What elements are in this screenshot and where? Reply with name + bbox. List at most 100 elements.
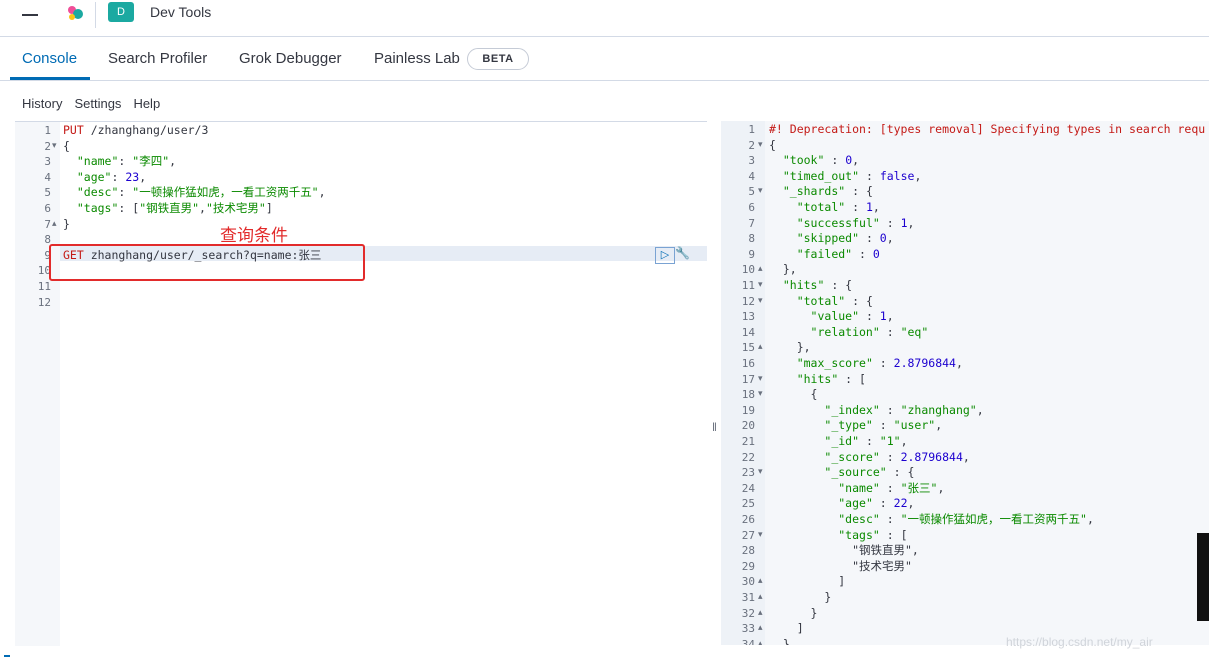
output-line: #! Deprecation: [types removal] Specifyi… xyxy=(769,122,1206,136)
output-line: "value" : 1, xyxy=(810,309,894,324)
top-bar: D Dev Tools xyxy=(0,0,1209,37)
line-number: 2 xyxy=(748,138,755,152)
elastic-logo-icon[interactable] xyxy=(66,4,84,22)
output-line: "tags" : [ xyxy=(838,527,908,542)
history-link[interactable]: History xyxy=(22,96,62,111)
line-number: 5 xyxy=(748,185,755,199)
line-number: 33 xyxy=(741,622,755,636)
fold-toggle-icon[interactable]: ▾ xyxy=(758,185,763,196)
fold-toggle-icon[interactable]: ▾ xyxy=(758,373,763,384)
settings-link[interactable]: Settings xyxy=(74,96,121,111)
line-number: 3 xyxy=(44,155,51,169)
status-indicator xyxy=(4,655,10,657)
line-number: 31 xyxy=(741,591,755,604)
output-line: "技术宅男" xyxy=(769,558,912,573)
output-line: { xyxy=(769,137,776,152)
wrench-icon[interactable]: 🔧 xyxy=(675,246,690,260)
fold-toggle-icon[interactable]: ▾ xyxy=(758,388,763,399)
tab-search-profiler[interactable]: Search Profiler xyxy=(108,49,207,69)
output-line: } xyxy=(769,636,790,645)
fold-toggle-icon[interactable]: ▴ xyxy=(758,263,763,274)
scrollbar-thumb[interactable] xyxy=(1197,533,1209,621)
line-number: 17 xyxy=(741,372,755,386)
line-number: 2 xyxy=(44,139,51,153)
output-line: "timed_out" : false, xyxy=(782,168,922,183)
code-line[interactable]: "tags": ["钢铁直男","技术宅男"] xyxy=(63,201,273,217)
output-line: }, xyxy=(769,340,811,355)
fold-toggle-icon[interactable]: ▴ xyxy=(758,638,763,645)
fold-toggle-icon[interactable]: ▴ xyxy=(758,607,763,618)
output-line: "successful" : 1, xyxy=(796,215,915,230)
line-number: 30 xyxy=(741,575,755,589)
line-number: 8 xyxy=(748,232,755,246)
fold-toggle-icon[interactable]: ▴ xyxy=(758,591,763,602)
line-number: 16 xyxy=(741,357,755,370)
output-line: "skipped" : 0, xyxy=(796,231,894,246)
line-number: 1 xyxy=(748,123,755,136)
line-number: 13 xyxy=(741,310,755,324)
output-line: "failed" : 0 xyxy=(796,246,880,261)
line-number: 32 xyxy=(741,606,755,620)
help-link[interactable]: Help xyxy=(133,96,160,111)
line-number: 10 xyxy=(37,264,51,278)
output-line: "hits" : { xyxy=(782,278,853,292)
line-number: 11 xyxy=(37,280,51,293)
tab-grok-debugger[interactable]: Grok Debugger xyxy=(239,49,342,69)
line-number: 19 xyxy=(741,403,755,417)
output-line: }, xyxy=(769,262,797,277)
line-number: 11 xyxy=(741,279,755,292)
menu-icon[interactable] xyxy=(22,14,38,16)
fold-toggle-icon[interactable]: ▴ xyxy=(758,575,763,586)
line-number: 7 xyxy=(748,216,755,230)
fold-toggle-icon[interactable]: ▾ xyxy=(758,466,763,477)
line-number: 34 xyxy=(741,637,755,645)
breadcrumb[interactable]: Dev Tools xyxy=(150,0,211,24)
code-line[interactable]: { xyxy=(63,139,70,155)
output-line: } xyxy=(769,590,832,604)
output-line: "total" : { xyxy=(796,293,873,308)
output-line: "钢铁直男", xyxy=(769,543,919,558)
output-line: "_score" : 2.8796844, xyxy=(824,449,970,464)
line-number: 8 xyxy=(44,233,51,247)
line-number: 28 xyxy=(741,544,755,558)
editor-gutter xyxy=(15,122,60,646)
fold-toggle-icon[interactable]: ▴ xyxy=(52,218,57,229)
pane-resizer[interactable]: ‖ xyxy=(712,420,717,434)
code-line[interactable]: "name": "李四", xyxy=(63,154,176,170)
annotation-label: 查询条件 xyxy=(220,226,288,245)
run-request-button[interactable]: ▷ xyxy=(655,247,675,264)
query-highlight-box xyxy=(49,244,365,281)
line-number: 4 xyxy=(748,169,755,183)
line-number: 20 xyxy=(741,419,755,433)
code-line[interactable]: } xyxy=(63,217,70,233)
line-number: 18 xyxy=(741,388,755,402)
line-number: 3 xyxy=(748,154,755,168)
line-number: 22 xyxy=(741,450,755,464)
fold-toggle-icon[interactable]: ▾ xyxy=(758,295,763,306)
fold-toggle-icon[interactable]: ▾ xyxy=(758,279,763,290)
fold-toggle-icon[interactable]: ▾ xyxy=(758,139,763,150)
line-number: 6 xyxy=(748,201,755,214)
console-menu: History Settings Help xyxy=(22,96,172,111)
line-number: 1 xyxy=(44,124,51,137)
output-line: "age" : 22, xyxy=(838,496,915,511)
output-line: ] xyxy=(769,574,846,589)
code-line[interactable]: PUT /zhanghang/user/3 xyxy=(63,123,208,139)
fold-toggle-icon[interactable]: ▾ xyxy=(758,529,763,540)
active-tab-indicator xyxy=(10,77,90,80)
fold-toggle-icon[interactable]: ▴ xyxy=(758,341,763,352)
request-editor[interactable]: 1 PUT /zhanghang/user/3 2 ▾ {3 "name": "李四",… xyxy=(15,121,707,646)
line-number: 29 xyxy=(741,559,755,573)
code-line[interactable]: "age": 23, xyxy=(63,170,146,186)
output-line: "_source" : { xyxy=(824,465,915,480)
line-number: 12 xyxy=(741,294,755,308)
fold-toggle-icon[interactable]: ▴ xyxy=(758,622,763,633)
tab-console[interactable]: Console xyxy=(22,49,77,69)
tab-painless-lab[interactable]: Painless Lab xyxy=(374,49,460,69)
output-line: "name" : "张三", xyxy=(838,480,945,495)
code-line[interactable]: "desc": "一顿操作猛如虎，一看工资两千五", xyxy=(63,185,326,201)
fold-toggle-icon[interactable]: ▾ xyxy=(52,140,57,151)
line-number: 6 xyxy=(44,202,51,215)
output-line: { xyxy=(769,387,818,402)
line-number: 5 xyxy=(44,186,51,200)
